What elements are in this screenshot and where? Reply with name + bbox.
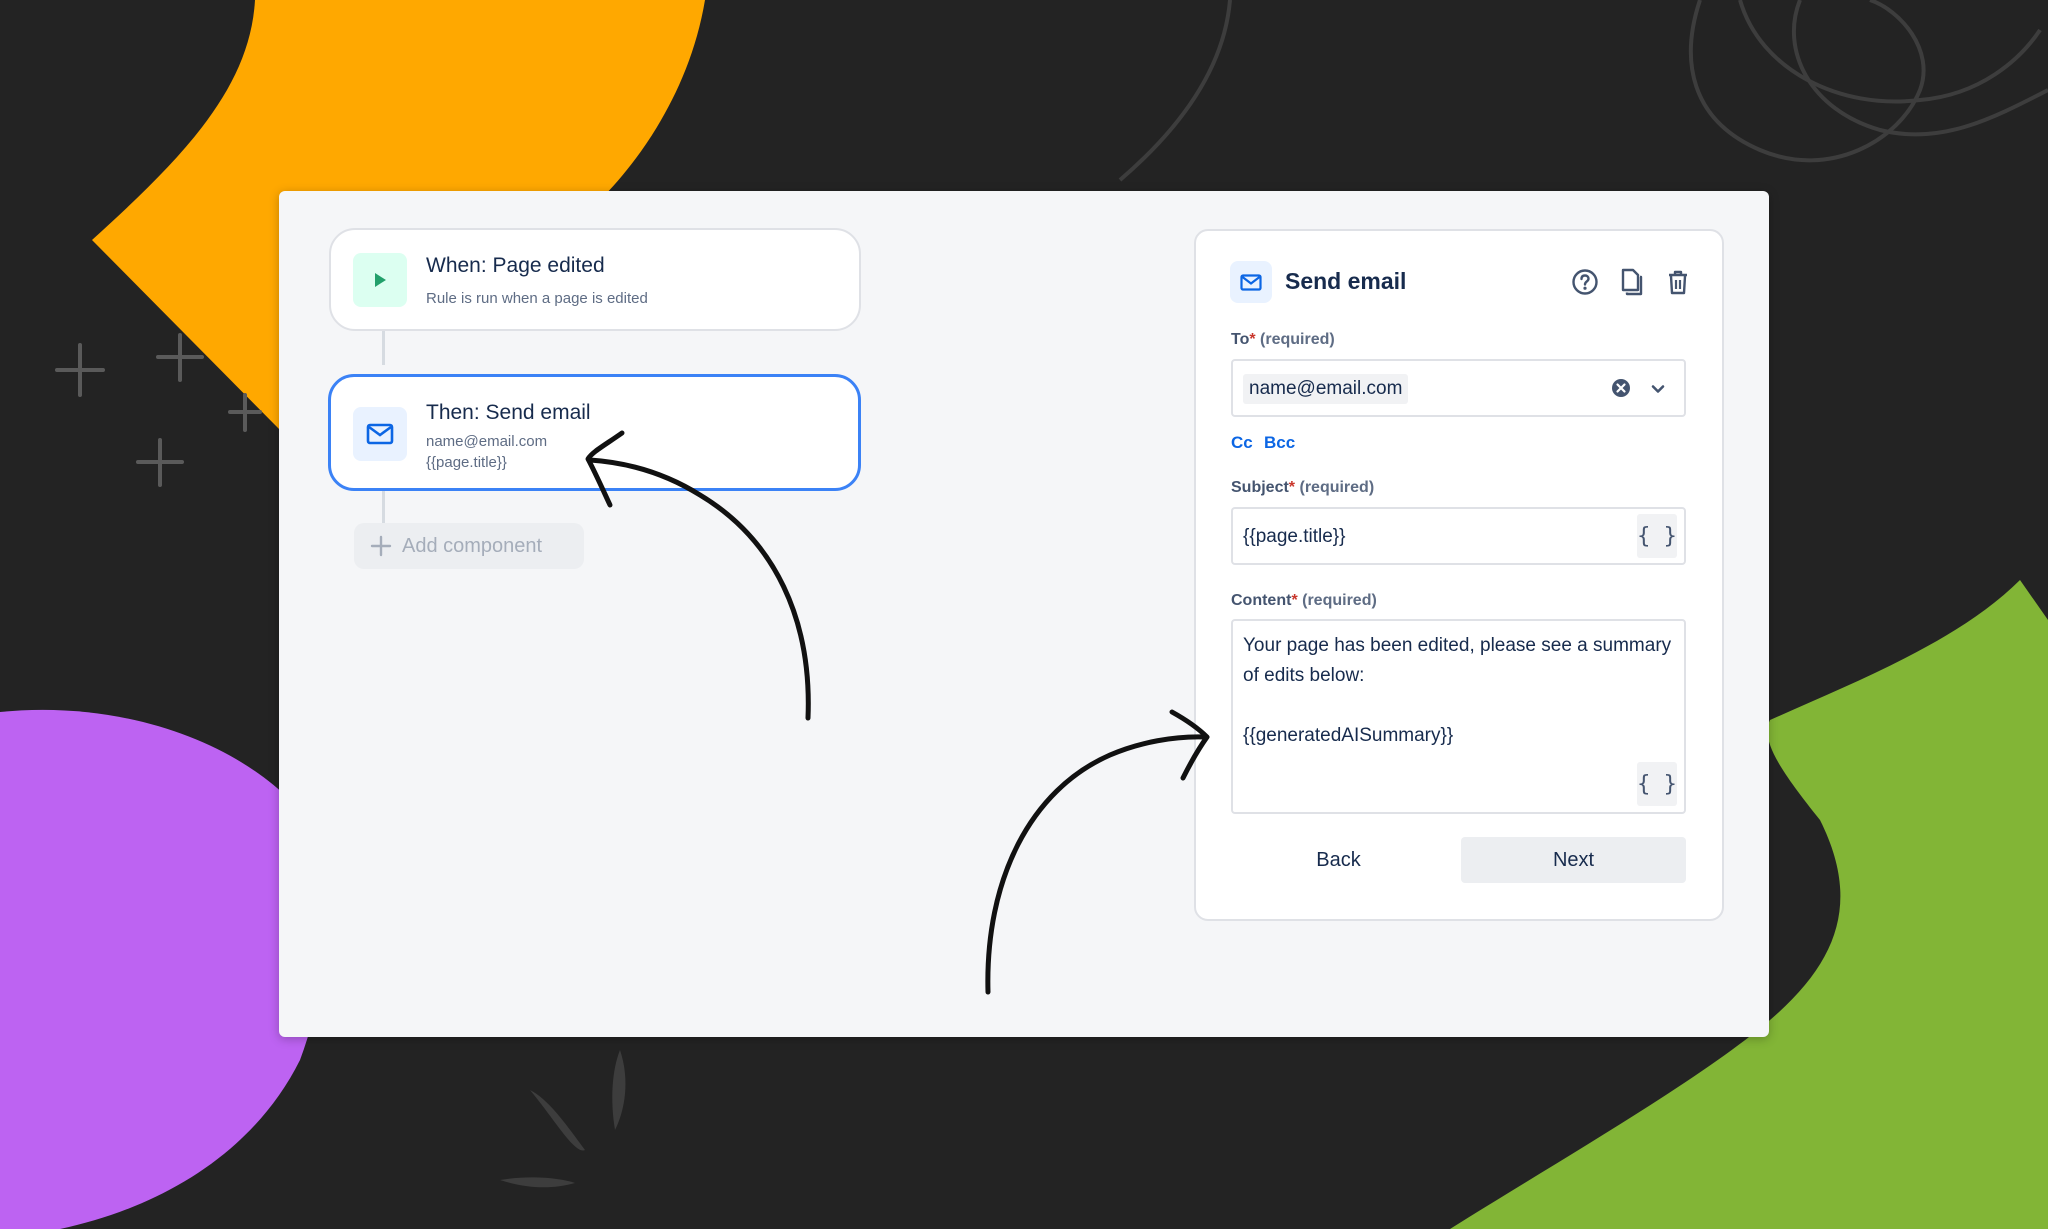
trigger-subtitle: Rule is run when a page is edited: [426, 290, 648, 307]
automation-card: When: Page edited Rule is run when a pag…: [279, 191, 1769, 1037]
required-mark: *: [1288, 479, 1296, 496]
required-hint: (required): [1260, 331, 1335, 348]
mail-icon: [353, 407, 407, 461]
content-value: Your page has been edited, please see a …: [1243, 635, 1672, 746]
subject-label: Subject* (required): [1231, 479, 1374, 497]
plus-icon: [370, 535, 392, 557]
required-hint: (required): [1299, 479, 1375, 496]
mail-icon: [1230, 261, 1272, 303]
to-field[interactable]: name@email.com: [1231, 359, 1686, 417]
required-mark: *: [1291, 592, 1298, 609]
subject-field[interactable]: {{page.title}} { }: [1231, 507, 1686, 565]
action-line-subject: {{page.title}}: [426, 454, 507, 471]
action-title: Then: Send email: [426, 401, 591, 424]
trigger-node[interactable]: When: Page edited Rule is run when a pag…: [329, 228, 861, 331]
insert-variable-button[interactable]: { }: [1637, 762, 1677, 806]
next-button[interactable]: Next: [1461, 837, 1686, 883]
insert-variable-button[interactable]: { }: [1637, 514, 1677, 558]
flow-connector: [382, 329, 385, 365]
required-mark: *: [1249, 331, 1256, 348]
bcc-link[interactable]: Bcc: [1264, 433, 1295, 453]
action-line-email: name@email.com: [426, 433, 548, 450]
help-icon[interactable]: [1568, 265, 1602, 299]
trigger-title: When: Page edited: [426, 254, 605, 277]
subject-value: {{page.title}}: [1243, 526, 1346, 547]
flow-connector: [382, 489, 385, 525]
add-component-button[interactable]: Add component: [354, 523, 584, 569]
required-hint: (required): [1302, 592, 1377, 609]
add-component-label: Add component: [402, 534, 543, 557]
to-label-text: To: [1231, 331, 1250, 348]
recipient-chip[interactable]: name@email.com: [1243, 374, 1409, 404]
panel-title: Send email: [1285, 268, 1407, 294]
chevron-down-icon[interactable]: [1649, 380, 1667, 403]
cc-link[interactable]: Cc: [1231, 433, 1253, 453]
send-email-panel: Send email To* (required) name@email.com…: [1194, 229, 1724, 921]
copy-icon[interactable]: [1614, 265, 1648, 299]
content-field[interactable]: Your page has been edited, please see a …: [1231, 619, 1686, 814]
content-label: Content* (required): [1231, 592, 1377, 610]
subject-label-text: Subject: [1231, 479, 1289, 496]
trash-icon[interactable]: [1661, 265, 1695, 299]
to-label: To* (required): [1231, 331, 1335, 349]
action-node[interactable]: Then: Send email name@email.com {{page.t…: [328, 374, 861, 491]
play-icon: [353, 253, 407, 307]
content-label-text: Content: [1231, 592, 1292, 609]
back-button[interactable]: Back: [1231, 837, 1446, 883]
clear-icon[interactable]: [1611, 378, 1631, 403]
